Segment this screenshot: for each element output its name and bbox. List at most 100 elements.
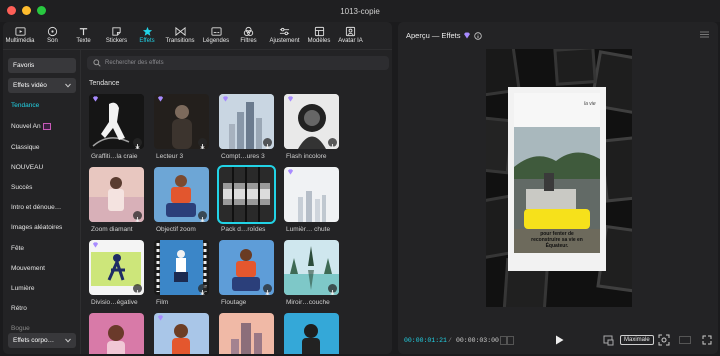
quality-maximal-button[interactable]: Maximale	[620, 335, 654, 345]
aspect-ratio-icon[interactable]	[679, 336, 691, 344]
download-icon[interactable]	[133, 211, 142, 222]
sidebar-item-retro[interactable]: Rétro	[11, 305, 27, 312]
preview-canvas[interactable]: la vie pour fenter de reconstruire sa vi…	[486, 49, 632, 307]
sidebar-item-trending[interactable]: Tendance	[11, 102, 39, 109]
search-placeholder: Rechercher des effets	[105, 60, 164, 66]
fullscreen-icon[interactable]	[702, 335, 712, 345]
sidebar-bottom-dropdown[interactable]: Effets corpo…	[8, 333, 76, 348]
premium-gem-icon	[287, 96, 294, 102]
premium-gem-icon	[92, 242, 99, 248]
effect-card[interactable]	[219, 94, 274, 149]
close-window-button[interactable]	[7, 6, 16, 15]
effect-card[interactable]	[284, 94, 339, 149]
info-icon[interactable]	[474, 31, 483, 40]
tab-adjustment-label: Ajustement	[269, 38, 300, 44]
download-icon[interactable]	[263, 138, 272, 149]
sidebar-item-intro-outro[interactable]: Intro et dénoue…	[11, 204, 61, 211]
tab-ai-avatar[interactable]: Avatar IA	[334, 22, 367, 49]
effect-label: Zoom diamant	[91, 226, 133, 233]
effect-card[interactable]	[219, 240, 274, 295]
caption-box	[524, 209, 590, 229]
download-icon[interactable]	[328, 138, 337, 149]
effect-card[interactable]	[89, 167, 144, 222]
search-input[interactable]: Rechercher des effets	[87, 56, 389, 70]
effect-card[interactable]	[154, 94, 209, 149]
effect-card[interactable]	[89, 313, 144, 354]
download-icon[interactable]	[133, 138, 142, 149]
sidebar-favorites[interactable]: Favoris	[8, 58, 76, 73]
playback-bar: 00:00:01:21 / 00:00:03:00 Maximale	[398, 327, 718, 354]
download-icon[interactable]	[263, 284, 272, 295]
download-icon[interactable]	[328, 284, 337, 295]
text-icon	[79, 28, 88, 36]
tab-templates[interactable]: Modèles	[304, 22, 334, 49]
tab-captions-label: Légendes	[202, 38, 230, 44]
sticker-icon	[112, 27, 121, 36]
window-title: 1013-copie	[340, 6, 380, 16]
play-icon[interactable]	[555, 335, 564, 345]
new-year-badge-icon	[43, 123, 52, 130]
sidebar-item-new[interactable]: NOUVEAU	[11, 164, 43, 171]
media-icon	[14, 27, 26, 36]
effect-label: Lumièr… chute	[286, 226, 331, 233]
effect-label: Objectif zoom	[156, 226, 196, 233]
effect-card[interactable]	[284, 240, 339, 295]
effect-label: Pack d…roïdes	[221, 226, 266, 233]
time-separator: /	[448, 337, 452, 344]
download-icon[interactable]	[198, 211, 207, 222]
section-title: Tendance	[89, 80, 120, 87]
sidebar-item-party[interactable]: Fête	[11, 245, 24, 252]
menu-icon[interactable]	[700, 31, 709, 38]
download-icon[interactable]	[133, 284, 142, 295]
minimize-window-button[interactable]	[22, 6, 31, 15]
tab-text[interactable]: Texte	[68, 22, 99, 49]
effect-card-selected[interactable]	[217, 165, 276, 224]
tab-filters[interactable]: Filtres	[232, 22, 265, 49]
total-time: 00:00:03:00	[456, 337, 499, 344]
sidebar-item-success[interactable]: Succès	[11, 184, 32, 191]
effect-card[interactable]	[284, 167, 339, 222]
effect-card[interactable]	[284, 313, 339, 354]
sidebar-item-new-year[interactable]: Nouvel An	[11, 123, 52, 130]
effect-label: Divisio…égative	[91, 299, 138, 306]
tab-transitions[interactable]: Transitions	[160, 22, 200, 49]
tab-effects[interactable]: Effets	[134, 22, 160, 49]
preview-panel: Aperçu — Effets la vie pour fenter de re…	[398, 22, 718, 354]
download-icon[interactable]	[198, 138, 207, 149]
effect-label: Compt…ures 3	[221, 153, 265, 160]
tab-media[interactable]: Multimédia	[3, 22, 37, 49]
sidebar-item-glitch[interactable]: Bogue	[11, 325, 30, 332]
effect-card[interactable]	[89, 94, 144, 149]
tab-adjustment[interactable]: Ajustement	[265, 22, 304, 49]
crop-ratio-icon[interactable]	[603, 335, 614, 346]
tab-audio[interactable]: Son	[37, 22, 68, 49]
sidebar-item-light[interactable]: Lumière	[11, 285, 34, 292]
category-label: Effets vidéo	[13, 82, 47, 89]
tab-ai-avatar-label: Avatar IA	[338, 38, 363, 44]
effect-card[interactable]	[154, 167, 209, 222]
transition-icon	[174, 26, 186, 37]
effect-label: Flash incolore	[286, 153, 327, 160]
download-icon[interactable]	[198, 284, 207, 295]
polaroid-logo-text: la vie	[584, 101, 596, 107]
effect-card[interactable]	[89, 240, 144, 295]
avatar-icon	[345, 26, 356, 37]
effect-card[interactable]	[219, 313, 274, 354]
timeline-view-icon[interactable]	[500, 336, 514, 345]
sidebar-category-dropdown[interactable]: Effets vidéo	[8, 78, 76, 93]
filter-icon	[243, 26, 254, 36]
effect-card[interactable]	[154, 313, 209, 354]
premium-gem-icon	[287, 169, 294, 175]
tab-stickers[interactable]: Stickers	[99, 22, 134, 49]
premium-gem-icon	[92, 96, 99, 102]
snapshot-icon[interactable]	[658, 334, 670, 346]
effect-card[interactable]	[154, 240, 209, 295]
sidebar-item-classic[interactable]: Classique	[11, 144, 40, 151]
maximize-window-button[interactable]	[37, 6, 46, 15]
tab-captions[interactable]: Légendes	[200, 22, 232, 49]
effect-thumbnail	[284, 167, 339, 222]
title-bar: 1013-copie	[0, 0, 720, 22]
sidebar-item-random-images[interactable]: Images aléatoires	[11, 224, 62, 231]
sidebar-item-motion[interactable]: Mouvement	[11, 265, 45, 272]
premium-gem-icon	[157, 315, 164, 321]
